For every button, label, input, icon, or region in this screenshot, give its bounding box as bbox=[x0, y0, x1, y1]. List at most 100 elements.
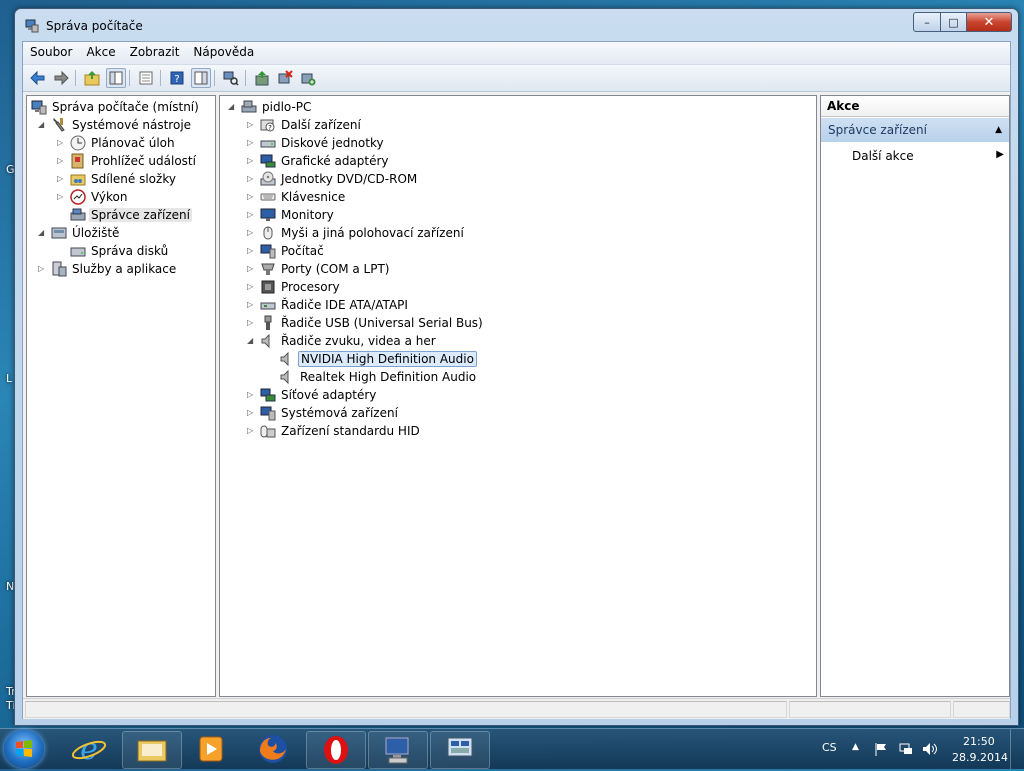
expand-triangle-icon[interactable]: ▷ bbox=[247, 228, 256, 237]
menu-view[interactable]: Zobrazit bbox=[123, 42, 187, 64]
device-category-label: Klávesnice bbox=[281, 190, 346, 204]
computer-management-icon bbox=[25, 19, 39, 33]
expand-triangle-icon[interactable]: ▷ bbox=[57, 156, 66, 165]
network-icon[interactable] bbox=[898, 741, 914, 757]
collapse-triangle-icon[interactable]: ◢ bbox=[247, 336, 256, 345]
taskbar: e CS ▲ 21:50 28.9.2014 bbox=[0, 728, 1024, 769]
expand-triangle-icon[interactable]: ▷ bbox=[57, 138, 66, 147]
maximize-button[interactable]: □ bbox=[941, 12, 967, 32]
media-player-icon[interactable] bbox=[182, 731, 240, 767]
speaker-icon bbox=[261, 333, 270, 349]
actions-section-label: Správce zařízení bbox=[828, 123, 927, 137]
more-actions-item[interactable]: Další akce ▶ bbox=[821, 146, 1009, 166]
expand-triangle-icon[interactable]: ▷ bbox=[247, 318, 256, 327]
start-button[interactable] bbox=[4, 730, 44, 768]
device-category-label: Zařízení standardu HID bbox=[281, 424, 420, 438]
firefox-icon[interactable] bbox=[244, 731, 302, 767]
window-client: Soubor Akce Zobrazit Nápověda ? Správa p… bbox=[22, 41, 1011, 719]
device-category-label: Řadiče IDE ATA/ATAPI bbox=[281, 298, 408, 312]
minimize-button[interactable]: – bbox=[913, 12, 941, 32]
expand-triangle-icon[interactable]: ▷ bbox=[57, 192, 66, 201]
collapse-triangle-icon[interactable]: ◢ bbox=[228, 102, 237, 111]
action-center-flag-icon[interactable] bbox=[873, 741, 889, 757]
scan-hardware-icon[interactable] bbox=[222, 69, 240, 87]
device-category-label: Další zařízení bbox=[281, 118, 361, 132]
services-icon bbox=[52, 261, 67, 277]
uninstall-device-icon[interactable] bbox=[276, 69, 294, 87]
tree-label: Správce zařízení bbox=[89, 208, 192, 222]
tree-label: Správa počítače (místní) bbox=[52, 100, 199, 114]
expand-triangle-icon[interactable]: ▷ bbox=[247, 390, 256, 399]
expand-triangle-icon[interactable]: ▷ bbox=[247, 210, 256, 219]
clock-date[interactable]: 28.9.2014 bbox=[952, 751, 1008, 764]
collapse-triangle-icon[interactable]: ◢ bbox=[38, 228, 47, 237]
title-bar[interactable]: Správa počítače – □ ✕ bbox=[15, 9, 1018, 41]
collapse-up-icon[interactable]: ▲ bbox=[995, 125, 1002, 135]
device-tree: ◢ pidlo-PC ▷ ? Další zařízení ▷ Diskové … bbox=[219, 95, 817, 697]
device-manager-icon bbox=[70, 208, 86, 221]
explorer-icon[interactable] bbox=[122, 731, 182, 769]
menu-bar: Soubor Akce Zobrazit Nápověda bbox=[23, 42, 1010, 65]
network-adapter-icon bbox=[260, 388, 276, 402]
expand-triangle-icon[interactable]: ▷ bbox=[247, 138, 256, 147]
expand-triangle-icon[interactable]: ▷ bbox=[247, 264, 256, 273]
properties-icon[interactable] bbox=[137, 69, 155, 87]
expand-triangle-icon[interactable]: ▷ bbox=[247, 426, 256, 435]
help-icon[interactable]: ? bbox=[168, 69, 186, 87]
ie-icon[interactable]: e bbox=[60, 731, 118, 767]
volume-icon[interactable] bbox=[921, 741, 939, 757]
window-title: Správa počítače bbox=[46, 19, 143, 33]
system-device-icon bbox=[260, 406, 276, 421]
close-button[interactable]: ✕ bbox=[967, 12, 1012, 32]
expand-triangle-icon[interactable]: ▷ bbox=[247, 246, 256, 255]
device-category-label: Grafické adaptéry bbox=[281, 154, 389, 168]
show-hidden-icons-icon[interactable]: ▲ bbox=[852, 742, 859, 752]
computer-icon bbox=[241, 100, 257, 113]
status-cell bbox=[25, 701, 787, 718]
add-legacy-device-icon[interactable] bbox=[299, 69, 317, 87]
language-indicator[interactable]: CS bbox=[822, 741, 837, 754]
update-driver-icon[interactable] bbox=[253, 69, 271, 87]
status-cell bbox=[789, 701, 951, 718]
expand-triangle-icon[interactable]: ▷ bbox=[57, 174, 66, 183]
clock-time[interactable]: 21:50 bbox=[963, 735, 995, 748]
performance-icon bbox=[70, 189, 86, 205]
expand-triangle-icon[interactable]: ▷ bbox=[247, 192, 256, 201]
menu-action[interactable]: Akce bbox=[79, 42, 122, 64]
device-category-label: Řadiče USB (Universal Serial Bus) bbox=[281, 316, 483, 330]
expand-triangle-icon[interactable]: ▷ bbox=[247, 156, 256, 165]
speaker-icon bbox=[280, 351, 289, 367]
computer-management-icon[interactable] bbox=[430, 731, 490, 769]
actions-header: Akce bbox=[821, 96, 1009, 117]
show-hide-tree-icon[interactable] bbox=[106, 68, 126, 88]
collapse-triangle-icon[interactable]: ◢ bbox=[38, 120, 47, 129]
expand-triangle-icon[interactable]: ▷ bbox=[247, 282, 256, 291]
forward-arrow-icon[interactable] bbox=[52, 69, 70, 87]
device-category-label: Monitory bbox=[281, 208, 334, 222]
storage-icon bbox=[51, 227, 67, 239]
show-desktop-button[interactable] bbox=[1010, 729, 1024, 769]
show-hide-action-pane-icon[interactable] bbox=[191, 68, 211, 88]
expand-triangle-icon[interactable]: ▷ bbox=[247, 174, 256, 183]
desktop-icon-label: N bbox=[6, 580, 15, 593]
opera-icon[interactable] bbox=[306, 731, 366, 769]
tree-label: Plánovač úloh bbox=[91, 136, 175, 150]
up-folder-icon[interactable] bbox=[83, 69, 101, 87]
device-category-label: Porty (COM a LPT) bbox=[281, 262, 390, 276]
expand-triangle-icon[interactable]: ▷ bbox=[247, 120, 256, 129]
expand-triangle-icon[interactable]: ▷ bbox=[38, 264, 47, 273]
back-arrow-icon[interactable] bbox=[29, 69, 47, 87]
expand-triangle-icon[interactable]: ▷ bbox=[247, 300, 256, 309]
computer-management-icon bbox=[31, 100, 47, 115]
actions-section-device-manager[interactable]: Správce zařízení ▲ bbox=[821, 118, 1009, 142]
svg-text:?: ? bbox=[268, 124, 272, 132]
mouse-icon bbox=[263, 226, 273, 240]
remote-desktop-icon[interactable] bbox=[368, 731, 428, 769]
keyboard-icon bbox=[260, 193, 276, 201]
menu-help[interactable]: Nápověda bbox=[186, 42, 261, 64]
device-category-label: Procesory bbox=[281, 280, 340, 294]
menu-file[interactable]: Soubor bbox=[23, 42, 79, 64]
expand-triangle-icon[interactable]: ▷ bbox=[247, 408, 256, 417]
svg-text:e: e bbox=[80, 732, 98, 767]
tree-label: Úložiště bbox=[72, 226, 120, 240]
